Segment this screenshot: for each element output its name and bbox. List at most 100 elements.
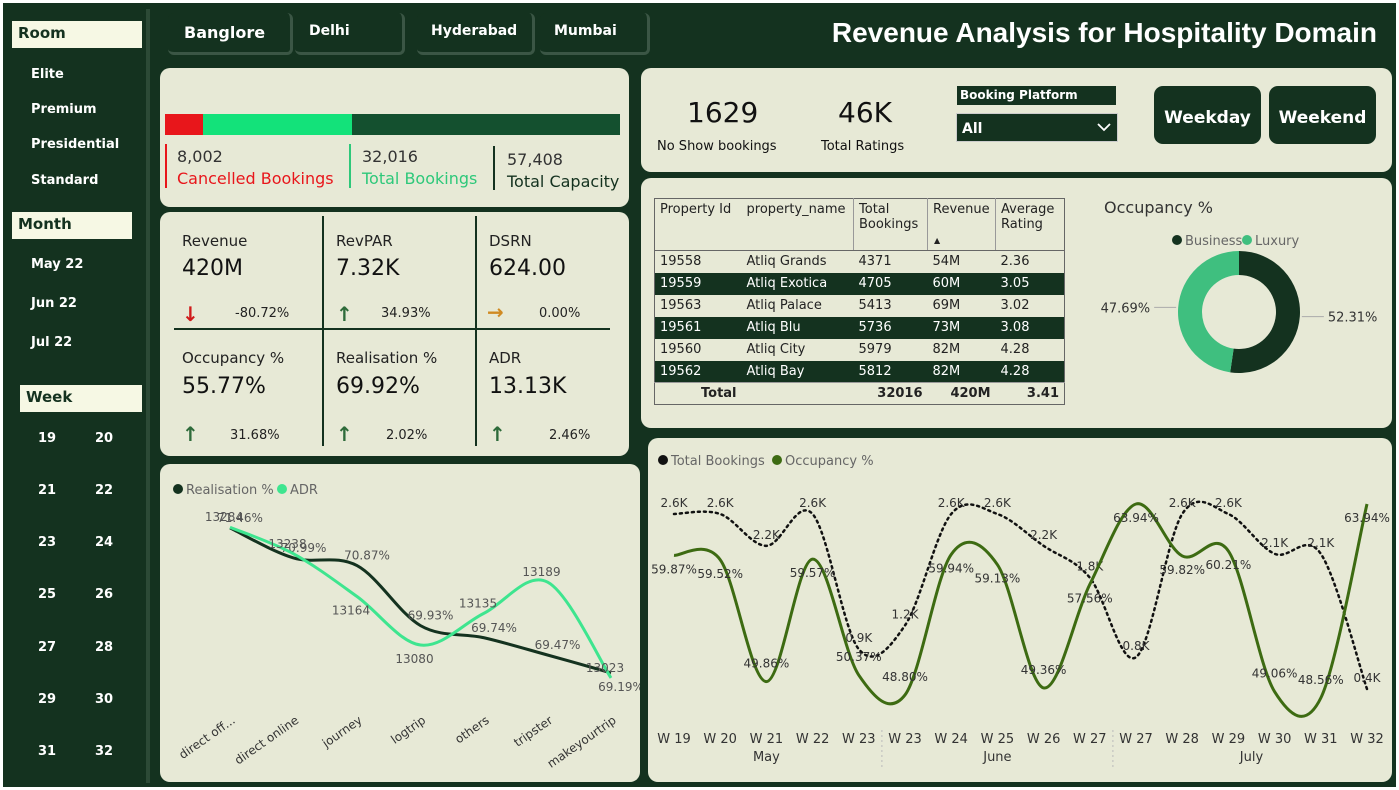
legend-marker: [277, 484, 287, 494]
platform-chart-panel: Realisation % ADR 71.46% 70.99% 70.87% 69.93%…: [160, 464, 644, 782]
month-option-jul[interactable]: Jul 22: [31, 335, 72, 350]
week-option[interactable]: 19: [32, 431, 62, 446]
col-header-property-name[interactable]: property_name: [741, 198, 854, 251]
week-option[interactable]: 25: [32, 587, 62, 602]
x-tick-label: direct off...: [176, 713, 237, 762]
table-cell: Atliq Palace: [746, 298, 822, 313]
ratings-label: Total Ratings: [821, 139, 905, 154]
booking-platform-selected: All: [962, 121, 983, 137]
kpi-divider: [475, 216, 477, 446]
week-option[interactable]: 32: [89, 744, 119, 759]
col-header-property-id[interactable]: Property Id: [654, 198, 742, 251]
data-label: 69.74%: [471, 621, 517, 635]
x-tick-label: W 27: [1119, 732, 1153, 747]
table-cell: 19558: [660, 254, 702, 270]
booking-platform-select[interactable]: All: [956, 113, 1118, 142]
table-cell: 5413: [858, 298, 892, 313]
table-total-row: Total 32016 420M 3.41: [654, 382, 1065, 405]
legend-marker: [658, 455, 668, 465]
room-option-standard[interactable]: Standard: [31, 173, 98, 188]
week-option[interactable]: 30: [89, 692, 119, 707]
month-option-jun[interactable]: Jun 22: [31, 296, 77, 311]
data-label: 59.87%: [651, 562, 697, 576]
kpi-dsrn-value: 624.00: [489, 256, 566, 281]
data-label: 69.19%: [598, 680, 640, 694]
table-cell: 82M: [927, 360, 996, 383]
table-row[interactable]: 19562 Atliq Bay 5812 82M 4.28: [654, 360, 1065, 383]
arrow-up-icon: ↑: [182, 422, 199, 446]
week-option[interactable]: 27: [32, 640, 62, 655]
room-option-presidential[interactable]: Presidential: [31, 137, 119, 152]
room-filter-label: Room: [12, 21, 142, 48]
table-row[interactable]: 19558 Atliq Grands 4371 54M 2.36: [655, 251, 1065, 273]
week-option[interactable]: 29: [32, 692, 62, 707]
col-header-average-rating[interactable]: Average Rating: [995, 198, 1065, 251]
col-header-revenue[interactable]: Revenue ▲: [927, 198, 996, 251]
legend-label: Occupancy %: [785, 454, 874, 469]
week-option[interactable]: 26: [89, 587, 119, 602]
data-label: 49.36%: [1021, 663, 1067, 677]
property-panel: Property Id property_name Total Bookings…: [641, 178, 1392, 428]
weekday-button[interactable]: Weekday: [1154, 86, 1261, 144]
room-option-premium[interactable]: Premium: [31, 102, 97, 117]
capacity-label: Total Capacity: [507, 172, 620, 191]
week-option[interactable]: 21: [32, 483, 62, 498]
ratings-value: 46K: [838, 96, 892, 129]
data-label: 13284: [205, 510, 243, 524]
data-label: 59.94%: [928, 561, 974, 575]
table-cell: 5812: [853, 360, 928, 383]
table-cell: 4.28: [995, 360, 1065, 383]
kpi-dsrn-change: 0.00%: [539, 306, 581, 321]
cancelled-value: 8,002: [177, 147, 223, 166]
bookings-stacked-bar: [165, 114, 620, 135]
arrow-up-icon: ↑: [336, 422, 353, 446]
col-header-revenue-label: Revenue: [933, 202, 990, 217]
cancelled-label: Cancelled Bookings: [177, 169, 334, 188]
data-label: 2.6K: [707, 496, 735, 510]
data-label: 13164: [332, 604, 370, 618]
filter-sidebar: Room Elite Premium Presidential Standard…: [7, 9, 150, 783]
capacity-value: 57,408: [507, 150, 563, 169]
col-header-total-bookings[interactable]: Total Bookings: [853, 198, 928, 251]
data-label: 13023: [586, 661, 624, 675]
total-cell: 32016: [853, 382, 928, 405]
kpi-revenue-change: -80.72%: [235, 306, 290, 321]
weekend-button[interactable]: Weekend: [1269, 86, 1376, 144]
data-label: 2.2K: [1030, 528, 1058, 542]
table-cell: Atliq City: [746, 342, 806, 357]
week-option[interactable]: 23: [32, 535, 62, 550]
month-option-may[interactable]: May 22: [31, 257, 83, 272]
x-tick-label: W 19: [657, 732, 691, 747]
table-row[interactable]: 19563 Atliq Palace 5413 69M 3.02: [655, 295, 1065, 317]
table-row[interactable]: 19559 Atliq Exotica 4705 60M 3.05: [654, 272, 1065, 295]
legend-label: ADR: [290, 483, 318, 498]
week-option[interactable]: 31: [32, 744, 62, 759]
week-option[interactable]: 24: [89, 535, 119, 550]
table-row[interactable]: 19561 Atliq Blu 5736 73M 3.08: [654, 316, 1065, 339]
data-label: 13080: [395, 652, 433, 666]
data-label: 49.06%: [1252, 667, 1298, 681]
x-tick-label: journey: [319, 713, 365, 751]
city-tab-banglore[interactable]: Banglore: [168, 13, 293, 55]
data-label: 0.8K: [1123, 639, 1151, 653]
x-tick-label: others: [452, 713, 491, 746]
no-show-value: 1629: [687, 96, 759, 129]
x-tick-label: W 31: [1304, 732, 1338, 747]
data-label: 13189: [522, 565, 560, 579]
city-tab-mumbai[interactable]: Mumbai: [540, 13, 650, 55]
table-row[interactable]: 19560 Atliq City 5979 82M 4.28: [655, 339, 1065, 361]
legend-label: Business: [1185, 234, 1243, 249]
x-tick-label: W 26: [1027, 732, 1061, 747]
kpi-revpar-change: 34.93%: [381, 306, 431, 321]
week-option[interactable]: 22: [89, 483, 119, 498]
city-tab-hyderabad[interactable]: Hyderabad: [417, 13, 535, 55]
data-label: 2.6K: [1169, 496, 1197, 510]
city-tab-delhi[interactable]: Delhi: [295, 13, 405, 55]
x-tick-label: tripster: [511, 713, 555, 750]
week-option[interactable]: 20: [89, 431, 119, 446]
data-label: 2.1K: [1261, 536, 1289, 550]
legend-label: Realisation %: [186, 483, 274, 498]
table-cell: 54M: [932, 254, 961, 270]
week-option[interactable]: 28: [89, 640, 119, 655]
room-option-elite[interactable]: Elite: [31, 67, 64, 82]
